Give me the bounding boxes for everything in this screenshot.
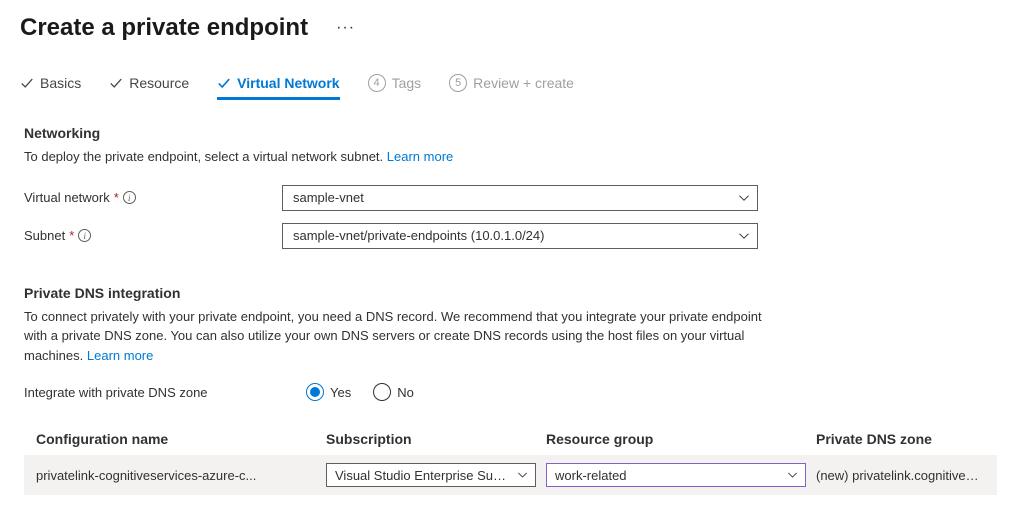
tab-basics[interactable]: Basics: [20, 75, 81, 100]
info-icon[interactable]: i: [78, 229, 91, 242]
tab-tags[interactable]: 4 Tags: [368, 74, 422, 101]
dns-description: To connect privately with your private e…: [24, 307, 784, 366]
cell-config-name: privatelink-cognitiveservices-azure-c...: [36, 468, 316, 483]
integrate-dns-no-radio[interactable]: No: [373, 383, 414, 401]
tab-resource-label: Resource: [129, 75, 189, 91]
integrate-dns-label: Integrate with private DNS zone: [24, 385, 306, 400]
checkmark-icon: [109, 76, 123, 90]
integrate-dns-radio-group: Yes No: [306, 383, 414, 401]
more-actions-button[interactable]: ···: [336, 19, 355, 37]
column-header-subscription: Subscription: [326, 431, 536, 447]
cell-private-dns-zone: (new) privatelink.cognitiveservices.az..…: [816, 468, 985, 483]
subscription-select[interactable]: Visual Studio Enterprise Subscrip…: [326, 463, 536, 487]
networking-heading: Networking: [24, 125, 997, 141]
dns-heading: Private DNS integration: [24, 285, 997, 301]
required-indicator: *: [114, 190, 119, 205]
dns-config-table: Configuration name Subscription Resource…: [24, 423, 997, 495]
networking-learn-more-link[interactable]: Learn more: [387, 149, 453, 164]
table-row: privatelink-cognitiveservices-azure-c...…: [24, 455, 997, 495]
wizard-tabs: Basics Resource Virtual Network 4 Tags 5…: [0, 52, 1021, 101]
page-title: Create a private endpoint: [20, 14, 308, 42]
virtual-network-label: Virtual network * i: [24, 190, 282, 205]
column-header-resource-group: Resource group: [546, 431, 806, 447]
checkmark-icon: [217, 76, 231, 90]
networking-description: To deploy the private endpoint, select a…: [24, 147, 997, 167]
resource-group-select[interactable]: work-related: [546, 463, 806, 487]
subnet-label: Subnet * i: [24, 228, 282, 243]
radio-label: Yes: [330, 385, 351, 400]
column-header-config-name: Configuration name: [36, 431, 316, 447]
tab-resource[interactable]: Resource: [109, 75, 189, 100]
step-number-icon: 5: [449, 74, 467, 92]
dns-learn-more-link[interactable]: Learn more: [87, 348, 153, 363]
required-indicator: *: [69, 228, 74, 243]
checkmark-icon: [20, 76, 34, 90]
column-header-zone: Private DNS zone: [816, 431, 985, 447]
tab-review-create[interactable]: 5 Review + create: [449, 74, 574, 101]
radio-label: No: [397, 385, 414, 400]
tab-virtual-network-label: Virtual Network: [237, 75, 339, 91]
subnet-select[interactable]: sample-vnet/private-endpoints (10.0.1.0/…: [282, 223, 758, 249]
tab-virtual-network[interactable]: Virtual Network: [217, 75, 339, 100]
info-icon[interactable]: i: [123, 191, 136, 204]
tab-tags-label: Tags: [392, 75, 422, 91]
step-number-icon: 4: [368, 74, 386, 92]
tab-review-create-label: Review + create: [473, 75, 574, 91]
tab-basics-label: Basics: [40, 75, 81, 91]
integrate-dns-yes-radio[interactable]: Yes: [306, 383, 351, 401]
virtual-network-select[interactable]: sample-vnet: [282, 185, 758, 211]
